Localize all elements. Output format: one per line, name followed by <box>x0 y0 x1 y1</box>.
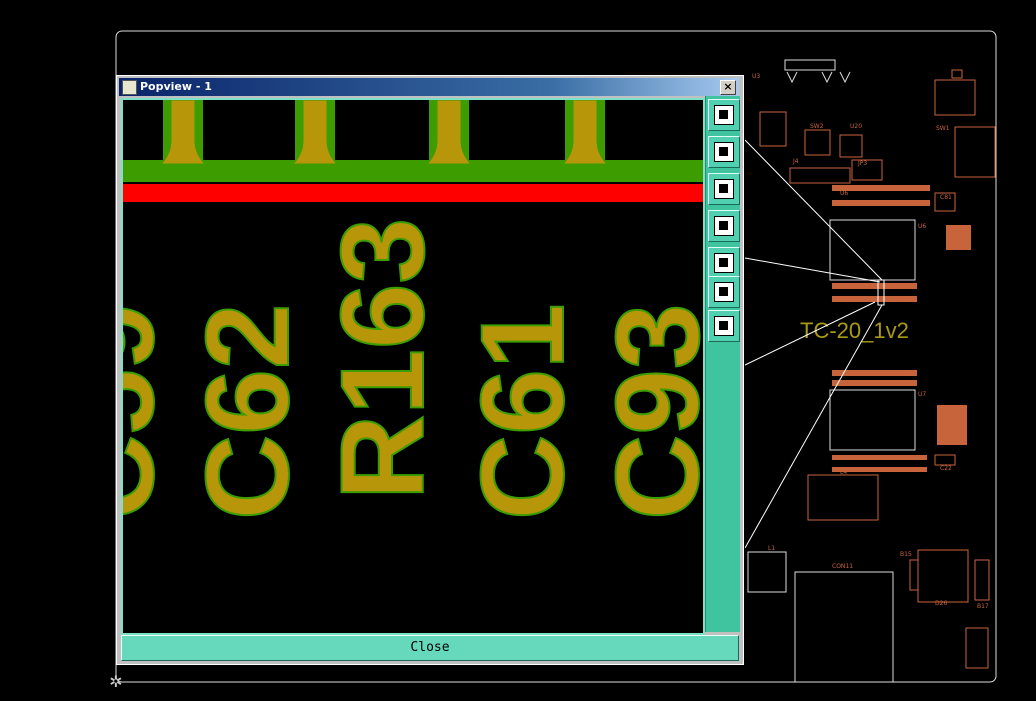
silk-label-c93: C93 <box>592 304 703 520</box>
svg-text:JP3: JP3 <box>857 160 867 167</box>
svg-text:C22: C22 <box>940 465 952 472</box>
svg-text:SW1: SW1 <box>936 125 950 132</box>
window-title: Popview - 1 <box>140 80 212 93</box>
app-icon <box>122 80 137 95</box>
close-button[interactable]: Close <box>121 635 739 661</box>
svg-text:U20: U20 <box>850 123 862 130</box>
pan-left-icon[interactable] <box>708 210 740 242</box>
pan-up-icon[interactable] <box>708 136 740 168</box>
svg-text:J4: J4 <box>792 158 799 165</box>
svg-text:U7: U7 <box>918 391 926 398</box>
svg-text:B15: B15 <box>900 551 912 558</box>
pan-down-icon[interactable] <box>708 173 740 205</box>
svg-text:B17: B17 <box>977 603 989 610</box>
zoom-out-icon[interactable] <box>708 310 740 342</box>
svg-text:D26: D26 <box>935 600 947 607</box>
crosshair-icon: ✲ <box>109 672 123 691</box>
silk-label-c62: C62 <box>182 304 314 520</box>
silk-label-r163: R163 <box>317 218 449 500</box>
svg-text:L4: L4 <box>840 469 847 476</box>
svg-text:U3: U3 <box>752 73 760 80</box>
svg-text:L1: L1 <box>768 545 775 552</box>
silk-label-c59: C59 <box>123 304 179 520</box>
pan-right-icon[interactable] <box>708 247 740 279</box>
zoom-view[interactable]: C62 R163 C61 C93 C59 <box>121 98 705 635</box>
popview-window: Popview - 1 × C62 R163 C61 C93 C59 Close <box>116 75 744 665</box>
title-bar[interactable]: Popview - 1 × <box>119 78 739 96</box>
close-icon[interactable]: × <box>720 80 736 95</box>
svg-text:SW2: SW2 <box>810 123 824 130</box>
svg-text:CON11: CON11 <box>832 563 853 570</box>
svg-text:U6: U6 <box>840 190 848 197</box>
svg-text:C81: C81 <box>940 194 952 201</box>
zoom-in-icon[interactable] <box>708 276 740 308</box>
silk-label-c61: C61 <box>457 304 589 520</box>
popview-toolbar <box>705 96 740 632</box>
svg-text:U6: U6 <box>918 223 926 230</box>
zoom-fit-icon[interactable] <box>708 99 740 131</box>
